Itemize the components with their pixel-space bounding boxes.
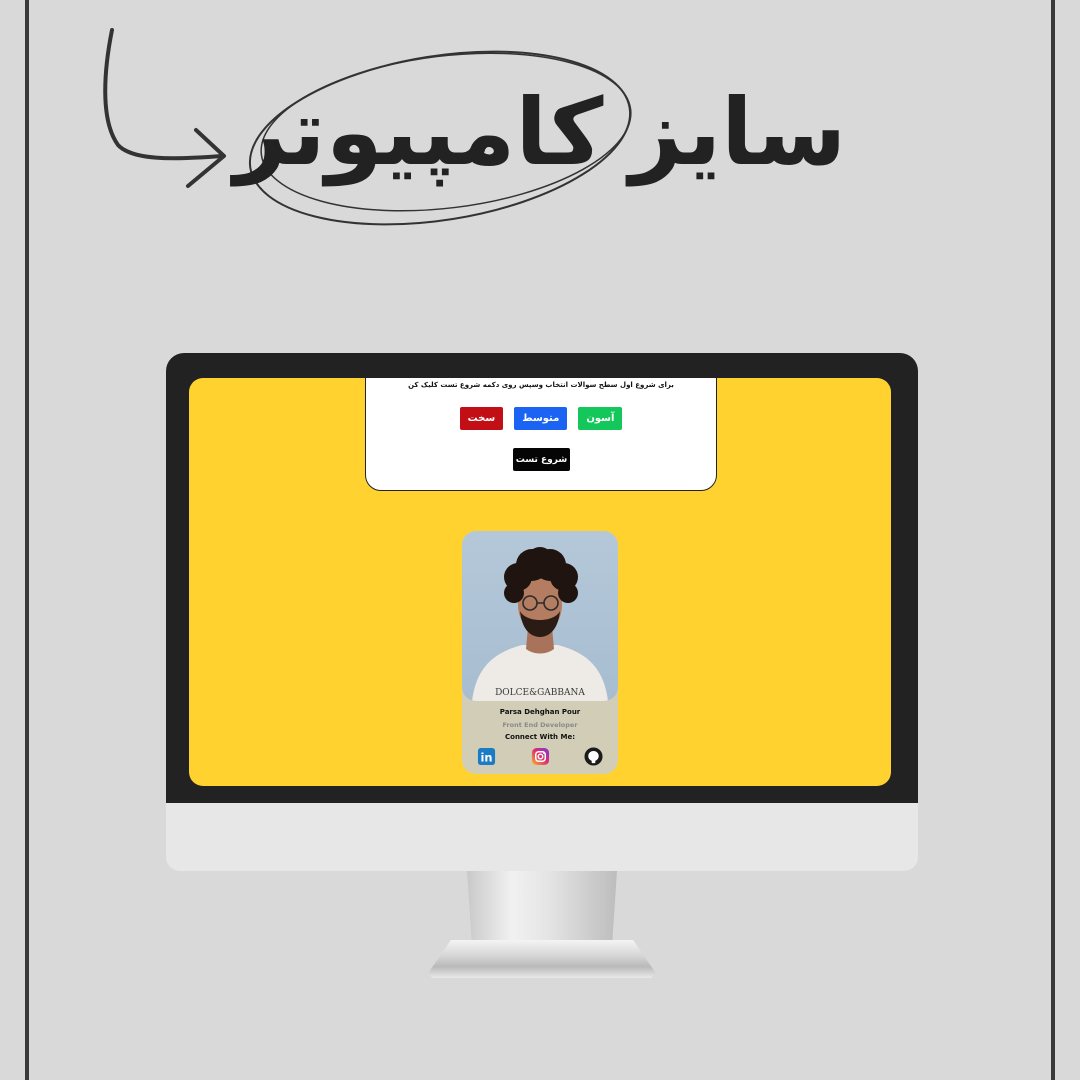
monitor: برای شروع اول سطح سوالات انتخاب وسپس روی…: [166, 353, 918, 871]
svg-text:in: in: [480, 750, 492, 764]
quiz-panel: برای شروع اول سطح سوالات انتخاب وسپس روی…: [365, 378, 717, 491]
level-medium-button[interactable]: متوسط: [514, 407, 568, 430]
monitor-chin: [166, 803, 918, 871]
header: سایز کامپیوتر: [0, 0, 1080, 260]
start-test-button[interactable]: شروع تست: [513, 448, 570, 471]
headline-word-size: سایز: [629, 79, 848, 186]
shirt-print: DOLCE&GABBANA: [495, 688, 585, 698]
headline-word-computer: کامپیوتر: [233, 79, 606, 186]
monitor-stand-base: [428, 940, 656, 978]
profile-role: Front End Developer: [502, 721, 578, 729]
profile-name: Parsa Dehghan Pour: [499, 708, 581, 716]
level-easy-button[interactable]: آسون: [578, 407, 623, 430]
level-buttons: آسون متوسط سخت: [366, 407, 716, 430]
github-icon[interactable]: [584, 747, 603, 766]
connect-label: Connect With Me:: [505, 733, 575, 741]
monitor-screen: برای شروع اول سطح سوالات انتخاب وسپس روی…: [189, 378, 891, 786]
profile-photo: DOLCE&GABBANA: [462, 531, 618, 701]
profile-card: DOLCE&GABBANA Parsa Dehghan Pour Front E…: [462, 531, 618, 774]
level-hard-button[interactable]: سخت: [459, 407, 504, 430]
headline: سایز کامپیوتر: [234, 68, 848, 198]
social-links: in: [477, 747, 603, 766]
linkedin-icon[interactable]: in: [477, 747, 496, 766]
quiz-instruction: برای شروع اول سطح سوالات انتخاب وسپس روی…: [408, 381, 674, 389]
instagram-icon[interactable]: [531, 747, 550, 766]
